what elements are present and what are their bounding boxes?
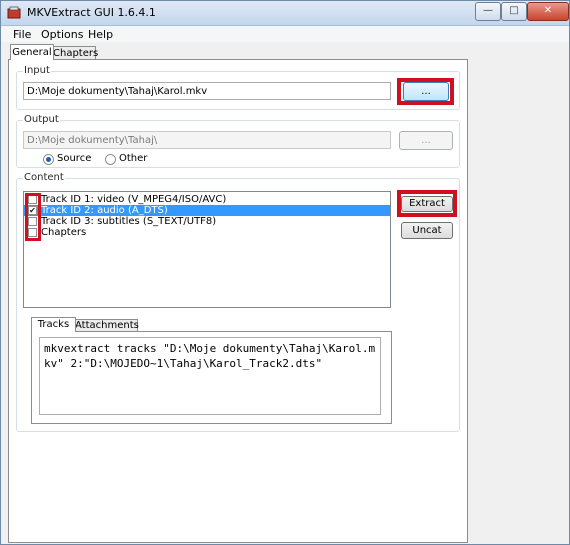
- general-panel: Input D:\Moje dokumenty\Tahaj\Karol.mkv …: [8, 59, 468, 543]
- radio-source[interactable]: [43, 154, 54, 165]
- radio-other-label: Other: [119, 153, 148, 164]
- content-group-label: Content: [23, 172, 65, 183]
- menu-help[interactable]: Help: [88, 28, 113, 41]
- track-1-label: Track ID 1: video (V_MPEG4/ISO/AVC): [41, 194, 227, 205]
- output-path-field[interactable]: D:\Moje dokumenty\Tahaj\: [23, 131, 391, 149]
- uncat-button[interactable]: Uncat: [401, 222, 453, 239]
- maximize-button[interactable]: □: [501, 2, 527, 21]
- radio-source-label: Source: [57, 153, 92, 164]
- menu-bar: File Options Help: [1, 26, 569, 42]
- track-row-2[interactable]: ✔ Track ID 2: audio (A_DTS): [24, 205, 390, 216]
- menu-options[interactable]: Options: [41, 28, 83, 41]
- track-3-checkbox[interactable]: [28, 217, 37, 226]
- minimize-button[interactable]: —: [475, 2, 501, 21]
- input-group-label: Input: [23, 65, 51, 76]
- input-browse-button[interactable]: ...: [403, 82, 449, 101]
- track-2-checkbox[interactable]: ✔: [28, 206, 37, 215]
- output-group-label: Output: [23, 114, 60, 125]
- tab-tracks[interactable]: Tracks: [31, 317, 76, 332]
- track-list: Track ID 1: video (V_MPEG4/ISO/AVC) ✔ Tr…: [23, 191, 391, 308]
- input-path-field[interactable]: D:\Moje dokumenty\Tahaj\Karol.mkv: [23, 82, 391, 100]
- title-bar: MKVExtract GUI 1.6.4.1 — □ ✕: [1, 1, 569, 26]
- app-window: MKVExtract GUI 1.6.4.1 — □ ✕ File Option…: [0, 0, 570, 545]
- tab-general[interactable]: General: [10, 44, 54, 60]
- menu-file[interactable]: File: [13, 28, 31, 41]
- track-row-3[interactable]: Track ID 3: subtitles (S_TEXT/UTF8): [24, 216, 390, 227]
- track-3-label: Track ID 3: subtitles (S_TEXT/UTF8): [41, 216, 217, 227]
- extract-button[interactable]: Extract: [401, 196, 453, 212]
- close-button[interactable]: ✕: [527, 2, 569, 21]
- tab-chapters[interactable]: Chapters: [52, 46, 98, 60]
- output-group: Output D:\Moje dokumenty\Tahaj\ ... Sour…: [16, 114, 460, 168]
- radio-other[interactable]: [105, 154, 116, 165]
- app-icon: [7, 6, 21, 19]
- track-row-4[interactable]: Chapters: [24, 227, 390, 238]
- track-4-checkbox[interactable]: [28, 228, 37, 237]
- content-group: Content Track ID 1: video (V_MPEG4/ISO/A…: [16, 172, 460, 432]
- track-row-1[interactable]: Track ID 1: video (V_MPEG4/ISO/AVC): [24, 194, 390, 205]
- window-title: MKVExtract GUI 1.6.4.1: [27, 6, 156, 19]
- track-2-label: Track ID 2: audio (A_DTS): [41, 205, 168, 216]
- tracks-panel: mkvextract tracks "D:\Moje dokumenty\Tah…: [31, 331, 392, 424]
- input-group: Input D:\Moje dokumenty\Tahaj\Karol.mkv …: [16, 65, 460, 110]
- track-1-checkbox[interactable]: [28, 195, 37, 204]
- track-4-label: Chapters: [41, 227, 87, 238]
- command-output[interactable]: mkvextract tracks "D:\Moje dokumenty\Tah…: [39, 337, 381, 415]
- output-browse-button[interactable]: ...: [399, 131, 453, 150]
